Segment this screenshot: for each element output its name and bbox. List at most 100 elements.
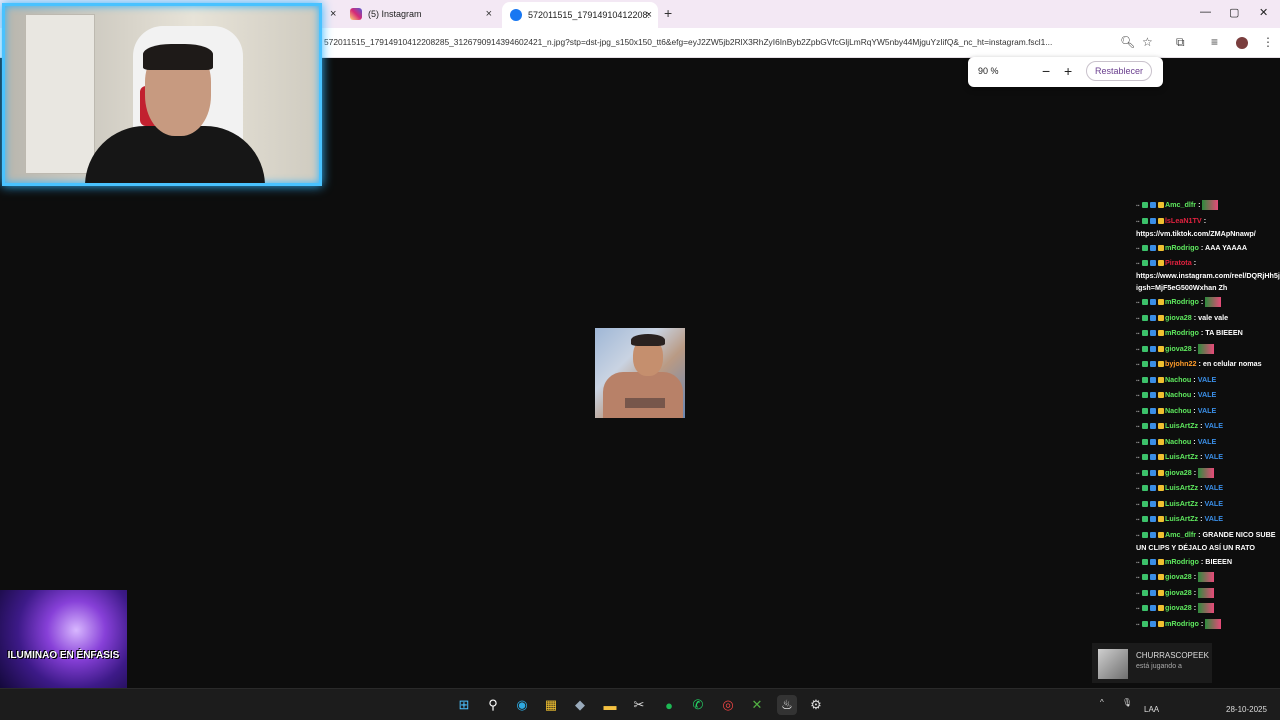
chat-username[interactable]: Amc_dlfr <box>1165 200 1196 209</box>
chat-message: ▪▪ LuisArtZz : VALE <box>1136 419 1280 435</box>
chat-emote-icon <box>1198 603 1215 614</box>
snipping-icon[interactable]: ✂ <box>629 695 649 715</box>
chat-username[interactable]: mRodrigo <box>1165 297 1199 306</box>
chat-badge-icon <box>1149 500 1156 507</box>
chat-badge-icon <box>1149 620 1156 627</box>
zoom-reset-button[interactable]: Restablecer <box>1086 61 1152 81</box>
chat-badge-icon <box>1149 217 1156 224</box>
chat-timestamp: ▪▪ <box>1136 621 1141 628</box>
chat-username[interactable]: giova28 <box>1165 603 1192 612</box>
chat-message: ▪▪ mRodrigo : BIEEEN <box>1136 555 1280 571</box>
edge-icon[interactable]: ◉ <box>512 695 532 715</box>
chat-username[interactable]: giova28 <box>1165 313 1192 322</box>
chat-message-text: AAA YAAAA <box>1205 242 1248 252</box>
spotify-icon[interactable]: ● <box>659 695 679 715</box>
chat-badge-icon <box>1141 376 1148 383</box>
tab-instagram[interactable]: (5) Instagram × <box>342 3 498 25</box>
chat-username[interactable]: giova28 <box>1165 588 1192 597</box>
chat-badge-icon <box>1157 392 1164 399</box>
chat-message: ▪▪ LuisArtZz : VALE <box>1136 512 1280 528</box>
chat-username[interactable]: giova28 <box>1165 572 1192 581</box>
chat-badge-icon <box>1157 260 1164 267</box>
profile-avatar[interactable] <box>1236 37 1248 49</box>
chat-badge-icon <box>1149 407 1156 414</box>
chat-badge-icon <box>1157 605 1164 612</box>
media-icon[interactable]: ≡ <box>1211 35 1218 49</box>
chat-username[interactable]: LuisArtZz <box>1165 499 1198 508</box>
chat-username[interactable]: Amc_dlfr <box>1165 530 1196 539</box>
chrome-icon[interactable]: ◎ <box>718 695 738 715</box>
chat-username[interactable]: Piratota <box>1165 258 1192 267</box>
chat-username[interactable]: lsLeaN1TV <box>1165 216 1202 225</box>
chat-badge-icon <box>1157 202 1164 209</box>
webcam-overlay <box>2 3 322 186</box>
chat-badge-icon <box>1157 299 1164 306</box>
chat-timestamp: ▪▪ <box>1136 261 1141 267</box>
chat-badge-icon <box>1157 438 1164 445</box>
zoom-in-button[interactable]: + <box>1064 63 1072 79</box>
settings-icon[interactable]: ⚙ <box>806 695 826 715</box>
chat-username[interactable]: mRodrigo <box>1165 619 1199 628</box>
search-icon[interactable]: ⚲ <box>483 695 503 715</box>
extensions-icon[interactable]: ⧉ <box>1176 35 1185 50</box>
chat-username[interactable]: LuisArtZz <box>1165 483 1198 492</box>
chat-username[interactable]: Nachou <box>1165 390 1191 399</box>
xbox-icon[interactable]: ✕ <box>747 695 767 715</box>
language-indicator[interactable]: LAA <box>1144 705 1159 714</box>
chat-username[interactable]: LuisArtZz <box>1165 514 1198 523</box>
steam-icon[interactable]: ♨ <box>777 695 797 715</box>
chat-username[interactable]: giova28 <box>1165 468 1192 477</box>
maximize-icon[interactable]: ▢ <box>1229 6 1239 19</box>
close-icon[interactable]: × <box>486 8 492 20</box>
close-icon[interactable]: × <box>646 9 652 21</box>
url-field[interactable]: 572011515_17914910412208285_312679091439… <box>324 37 1114 47</box>
minimize-icon[interactable]: — <box>1200 6 1211 18</box>
chat-badge-icon <box>1149 299 1156 306</box>
chat-username[interactable]: Nachou <box>1165 375 1191 384</box>
zoom-icon[interactable]: 🔍︎ <box>1120 35 1135 49</box>
chat-message: ▪▪ giova28 : vale vale <box>1136 311 1280 327</box>
whatsapp-icon[interactable]: ✆ <box>688 695 708 715</box>
chat-username[interactable]: byjohn22 <box>1165 359 1197 368</box>
chat-username[interactable]: LuisArtZz <box>1165 421 1198 430</box>
chat-message: ▪▪ Nachou : VALE <box>1136 373 1280 389</box>
chat-badge-icon <box>1149 454 1156 461</box>
new-tab-icon[interactable]: + <box>664 5 672 21</box>
tab-image[interactable]: 572011515_17914910412208: × <box>502 2 658 28</box>
chat-message: ▪▪ giova28 : <box>1136 586 1280 602</box>
microphone-icon[interactable]: 🎙︎ <box>1122 698 1132 707</box>
chat-username[interactable]: LuisArtZz <box>1165 452 1198 461</box>
clock-date[interactable]: 28-10-2025 <box>1226 705 1267 714</box>
game-notification[interactable]: CHURRASCOPEEK está jugando a <box>1092 643 1212 683</box>
facebook-icon <box>510 9 522 21</box>
stream-overlay-art: ILUMINAO EN ÉNFASIS <box>0 590 127 690</box>
chat-badge-icon <box>1149 589 1156 596</box>
chat-timestamp: ▪▪ <box>1136 300 1141 306</box>
close-window-icon[interactable]: ✕ <box>1259 6 1268 19</box>
chat-username[interactable]: mRodrigo <box>1165 557 1199 566</box>
chat-badge-icon <box>1157 469 1164 476</box>
chat-badge-icon <box>1157 361 1164 368</box>
app-icon[interactable]: ◆ <box>570 695 590 715</box>
chat-message-text: VALE <box>1197 390 1217 399</box>
chat-username[interactable]: Nachou <box>1165 437 1191 446</box>
zoom-out-button[interactable]: − <box>1042 63 1050 79</box>
game-thumbnail <box>1098 649 1128 679</box>
star-icon[interactable]: ☆ <box>1142 35 1153 49</box>
windows-start-icon[interactable]: ⊞ <box>454 695 474 715</box>
chat-username[interactable]: mRodrigo <box>1165 243 1199 252</box>
chat-username[interactable]: mRodrigo <box>1165 328 1199 337</box>
chat-username[interactable]: Nachou <box>1165 406 1191 415</box>
file-explorer-icon[interactable]: ▬ <box>600 695 620 715</box>
overlay-text: ILUMINAO EN ÉNFASIS <box>7 650 120 661</box>
chat-badge-icon <box>1149 392 1156 399</box>
chat-message-text: VALE <box>1197 405 1217 415</box>
viewed-image[interactable] <box>595 328 685 418</box>
store-icon[interactable]: ▦ <box>541 695 561 715</box>
menu-icon[interactable]: ⋮ <box>1262 35 1274 49</box>
chat-badge-icon <box>1141 516 1148 523</box>
chat-username[interactable]: giova28 <box>1165 344 1192 353</box>
chat-message-text: VALE <box>1204 452 1224 461</box>
tray-chevron-icon[interactable]: ^ <box>1100 698 1104 707</box>
chat-badge-icon <box>1157 423 1164 430</box>
